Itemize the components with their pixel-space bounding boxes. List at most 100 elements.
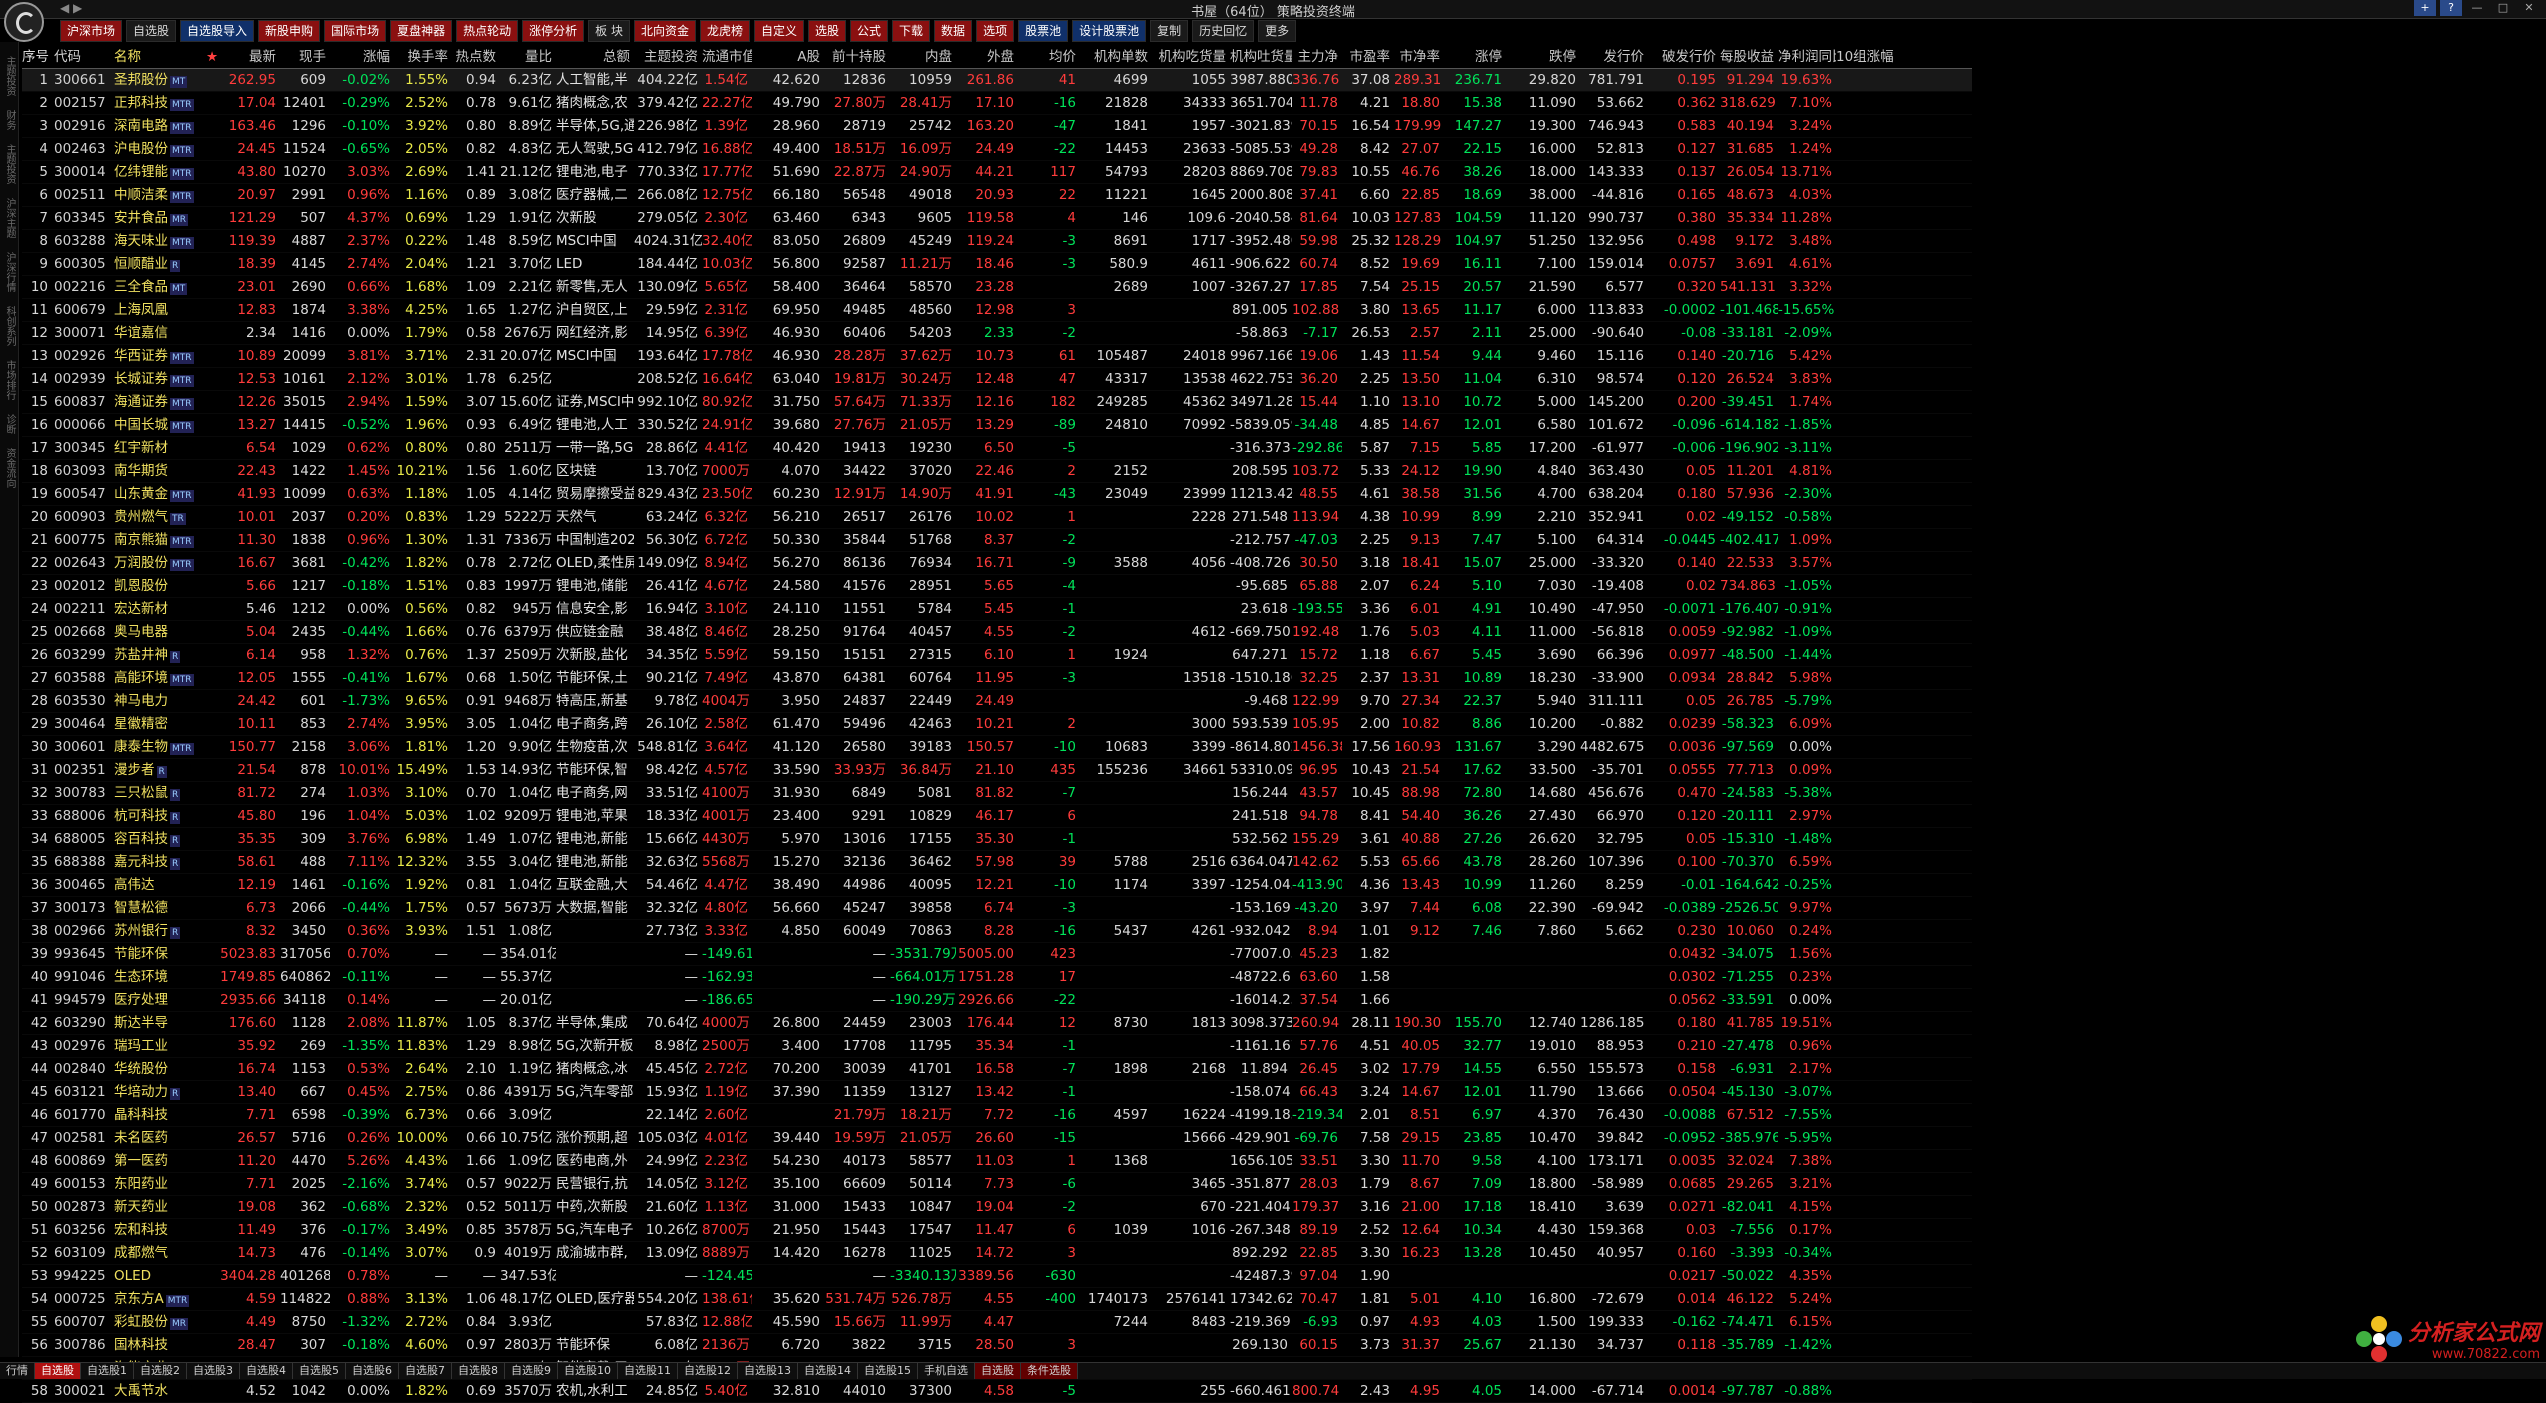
- stock-name[interactable]: 星徽精密: [114, 713, 206, 735]
- stock-name[interactable]: 三只松鼠 R: [114, 782, 206, 804]
- favorite-star[interactable]: [206, 621, 218, 643]
- favorite-star[interactable]: [206, 1127, 218, 1149]
- favorite-star[interactable]: [206, 1334, 218, 1356]
- table-row[interactable]: 19 600547 山东黄金 MTR 41.93 10099 0.63% 1.18% 1.05 4…: [22, 483, 1972, 506]
- favorite-star[interactable]: [206, 506, 218, 528]
- stock-name[interactable]: 容百科技 R: [114, 828, 206, 850]
- stock-code[interactable]: 600837: [54, 391, 114, 413]
- favorite-star[interactable]: [206, 483, 218, 505]
- stock-name[interactable]: 斯达半导: [114, 1012, 206, 1034]
- column-header[interactable]: 内盘: [890, 46, 956, 68]
- table-row[interactable]: 21 600775 南京熊猫 MTR 11.30 1838 0.96% 1.30% 1.31 73…: [22, 529, 1972, 552]
- stock-name[interactable]: 医疗处理: [114, 989, 206, 1011]
- column-header[interactable]: 量比: [500, 46, 556, 68]
- bottom-tab-18[interactable]: 自选股: [975, 1363, 1021, 1379]
- favorite-star[interactable]: [206, 989, 218, 1011]
- table-row[interactable]: 12 300071 华谊嘉信 2.34 1416 0.00% 1.79% 0.58 2676万网…: [22, 322, 1972, 345]
- stock-name[interactable]: 康泰生物 MTR: [114, 736, 206, 758]
- stock-name[interactable]: 新天药业: [114, 1196, 206, 1218]
- toolbar-button-8[interactable]: 板 块: [588, 20, 630, 42]
- table-row[interactable]: 14 002939 长城证券 MTR 12.53 10161 2.12% 3.01% 1.78 6…: [22, 368, 1972, 391]
- stock-name[interactable]: 神马电力: [114, 690, 206, 712]
- table-row[interactable]: 52 603109 成都燃气 14.73 476 -0.14% 3.07% 0.9 4019万成…: [22, 1242, 1972, 1265]
- stock-code[interactable]: 300071: [54, 322, 114, 344]
- bottom-tab-4[interactable]: 自选股3: [187, 1363, 240, 1379]
- stock-code[interactable]: 600305: [54, 253, 114, 275]
- stock-name[interactable]: 苏州银行 R: [114, 920, 206, 942]
- toolbar-button-10[interactable]: 龙虎榜: [699, 20, 750, 42]
- stock-code[interactable]: 300786: [54, 1334, 114, 1356]
- column-header[interactable]: ★: [206, 46, 218, 68]
- column-header[interactable]: 涨幅: [330, 46, 394, 68]
- bottom-tab-16[interactable]: 自选股15: [858, 1363, 918, 1379]
- stock-name[interactable]: 南华期货: [114, 460, 206, 482]
- stock-code[interactable]: 993645: [54, 943, 114, 965]
- stock-code[interactable]: 300465: [54, 874, 114, 896]
- table-row[interactable]: 30 300601 康泰生物 MTR 150.77 2158 3.06% 1.81% 1.20 9…: [22, 736, 1972, 759]
- stock-name[interactable]: 国林科技: [114, 1334, 206, 1356]
- stock-code[interactable]: 002840: [54, 1058, 114, 1080]
- stock-name[interactable]: 智慧松德: [114, 897, 206, 919]
- favorite-star[interactable]: [206, 920, 218, 942]
- column-header[interactable]: 机构单数: [1080, 46, 1152, 68]
- stock-code[interactable]: 603093: [54, 460, 114, 482]
- table-row[interactable]: 22 002643 万润股份 MTR 16.67 3681 -0.42% 1.82% 0.78 2…: [22, 552, 1972, 575]
- stock-code[interactable]: 002939: [54, 368, 114, 390]
- toolbar-button-1[interactable]: 自选股: [126, 20, 177, 42]
- stock-name[interactable]: 亿纬锂能 MTR: [114, 161, 206, 183]
- bottom-tab-13[interactable]: 自选股12: [678, 1363, 738, 1379]
- stock-code[interactable]: 002966: [54, 920, 114, 942]
- toolbar-button-12[interactable]: 选股: [808, 20, 847, 42]
- window-control-0[interactable]: +: [2414, 0, 2436, 16]
- favorite-star[interactable]: [206, 713, 218, 735]
- stock-code[interactable]: 600153: [54, 1173, 114, 1195]
- stock-code[interactable]: 002926: [54, 345, 114, 367]
- bottom-tab-0[interactable]: 行情: [0, 1363, 35, 1379]
- favorite-star[interactable]: [206, 1104, 218, 1126]
- table-row[interactable]: 34 688005 容百科技 R 35.35 309 3.76% 6.98% 1.49 1.07亿…: [22, 828, 1972, 851]
- favorite-star[interactable]: [206, 851, 218, 873]
- stock-code[interactable]: 603288: [54, 230, 114, 252]
- stock-code[interactable]: 600707: [54, 1311, 114, 1333]
- favorite-star[interactable]: [206, 667, 218, 689]
- favorite-star[interactable]: [206, 966, 218, 988]
- stock-name[interactable]: 漫步者 R: [114, 759, 206, 781]
- table-row[interactable]: 32 300783 三只松鼠 R 81.72 274 1.03% 3.10% 0.70 1.04亿…: [22, 782, 1972, 805]
- column-header[interactable]: 均价: [1018, 46, 1080, 68]
- left-rail-item-8[interactable]: 资金流向: [2, 448, 17, 488]
- bottom-tab-2[interactable]: 自选股1: [81, 1363, 134, 1379]
- stock-code[interactable]: 603109: [54, 1242, 114, 1264]
- stock-code[interactable]: 600869: [54, 1150, 114, 1172]
- table-row[interactable]: 5 300014 亿纬锂能 MTR 43.80 10270 3.03% 2.69% 1.41 21…: [22, 161, 1972, 184]
- stock-name[interactable]: 长城证券 MTR: [114, 368, 206, 390]
- table-row[interactable]: 8 603288 海天味业 MTR 119.39 4887 2.37% 0.22% 1.48 8.…: [22, 230, 1972, 253]
- column-header[interactable]: 代码: [54, 46, 114, 68]
- stock-name[interactable]: 上海凤凰: [114, 299, 206, 321]
- table-row[interactable]: 1 300661 圣邦股份 MT 262.95 609 -0.02% 1.55% 0.94 6.2…: [22, 69, 1972, 92]
- bottom-tab-3[interactable]: 自选股2: [134, 1363, 187, 1379]
- stock-name[interactable]: 东阳药业: [114, 1173, 206, 1195]
- favorite-star[interactable]: [206, 460, 218, 482]
- table-row[interactable]: 47 002581 未名医药 26.57 5716 0.26% 10.00% 0.66 10.7…: [22, 1127, 1972, 1150]
- stock-code[interactable]: 300464: [54, 713, 114, 735]
- bottom-tab-11[interactable]: 自选股10: [558, 1363, 618, 1379]
- stock-name[interactable]: 深南电路 MTR: [114, 115, 206, 137]
- column-header[interactable]: 破发行价: [1648, 46, 1720, 68]
- favorite-star[interactable]: [206, 368, 218, 390]
- toolbar-button-4[interactable]: 国际市场: [324, 20, 387, 42]
- stock-code[interactable]: 002511: [54, 184, 114, 206]
- table-row[interactable]: 7 603345 安井食品 MR 121.29 507 4.37% 0.69% 1.29 1.91…: [22, 207, 1972, 230]
- window-control-1[interactable]: ?: [2440, 0, 2462, 16]
- table-row[interactable]: 15 600837 海通证券 MTR 12.26 35015 2.94% 1.59% 3.07 1…: [22, 391, 1972, 414]
- favorite-star[interactable]: [206, 1012, 218, 1034]
- stock-name[interactable]: 贵州燃气 TR: [114, 506, 206, 528]
- stock-name[interactable]: 第一医药: [114, 1150, 206, 1172]
- table-row[interactable]: 27 603588 高能环境 MTR 12.05 1555 -0.41% 1.67% 0.68 1…: [22, 667, 1972, 690]
- table-row[interactable]: 40 991046 生态环境 1749.85 640862 -0.11% — —55.37亿 —…: [22, 966, 1972, 989]
- favorite-star[interactable]: [206, 759, 218, 781]
- favorite-star[interactable]: [206, 299, 218, 321]
- table-row[interactable]: 26 603299 苏盐井神 R 6.14 958 1.32% 0.76% 1.37 2509万次…: [22, 644, 1972, 667]
- column-header[interactable]: 净利润同比: [1778, 46, 1836, 68]
- table-row[interactable]: 50 002873 新天药业 19.08 362 -0.68% 2.32% 0.52 5011万…: [22, 1196, 1972, 1219]
- toolbar-button-19[interactable]: 复制: [1150, 20, 1189, 42]
